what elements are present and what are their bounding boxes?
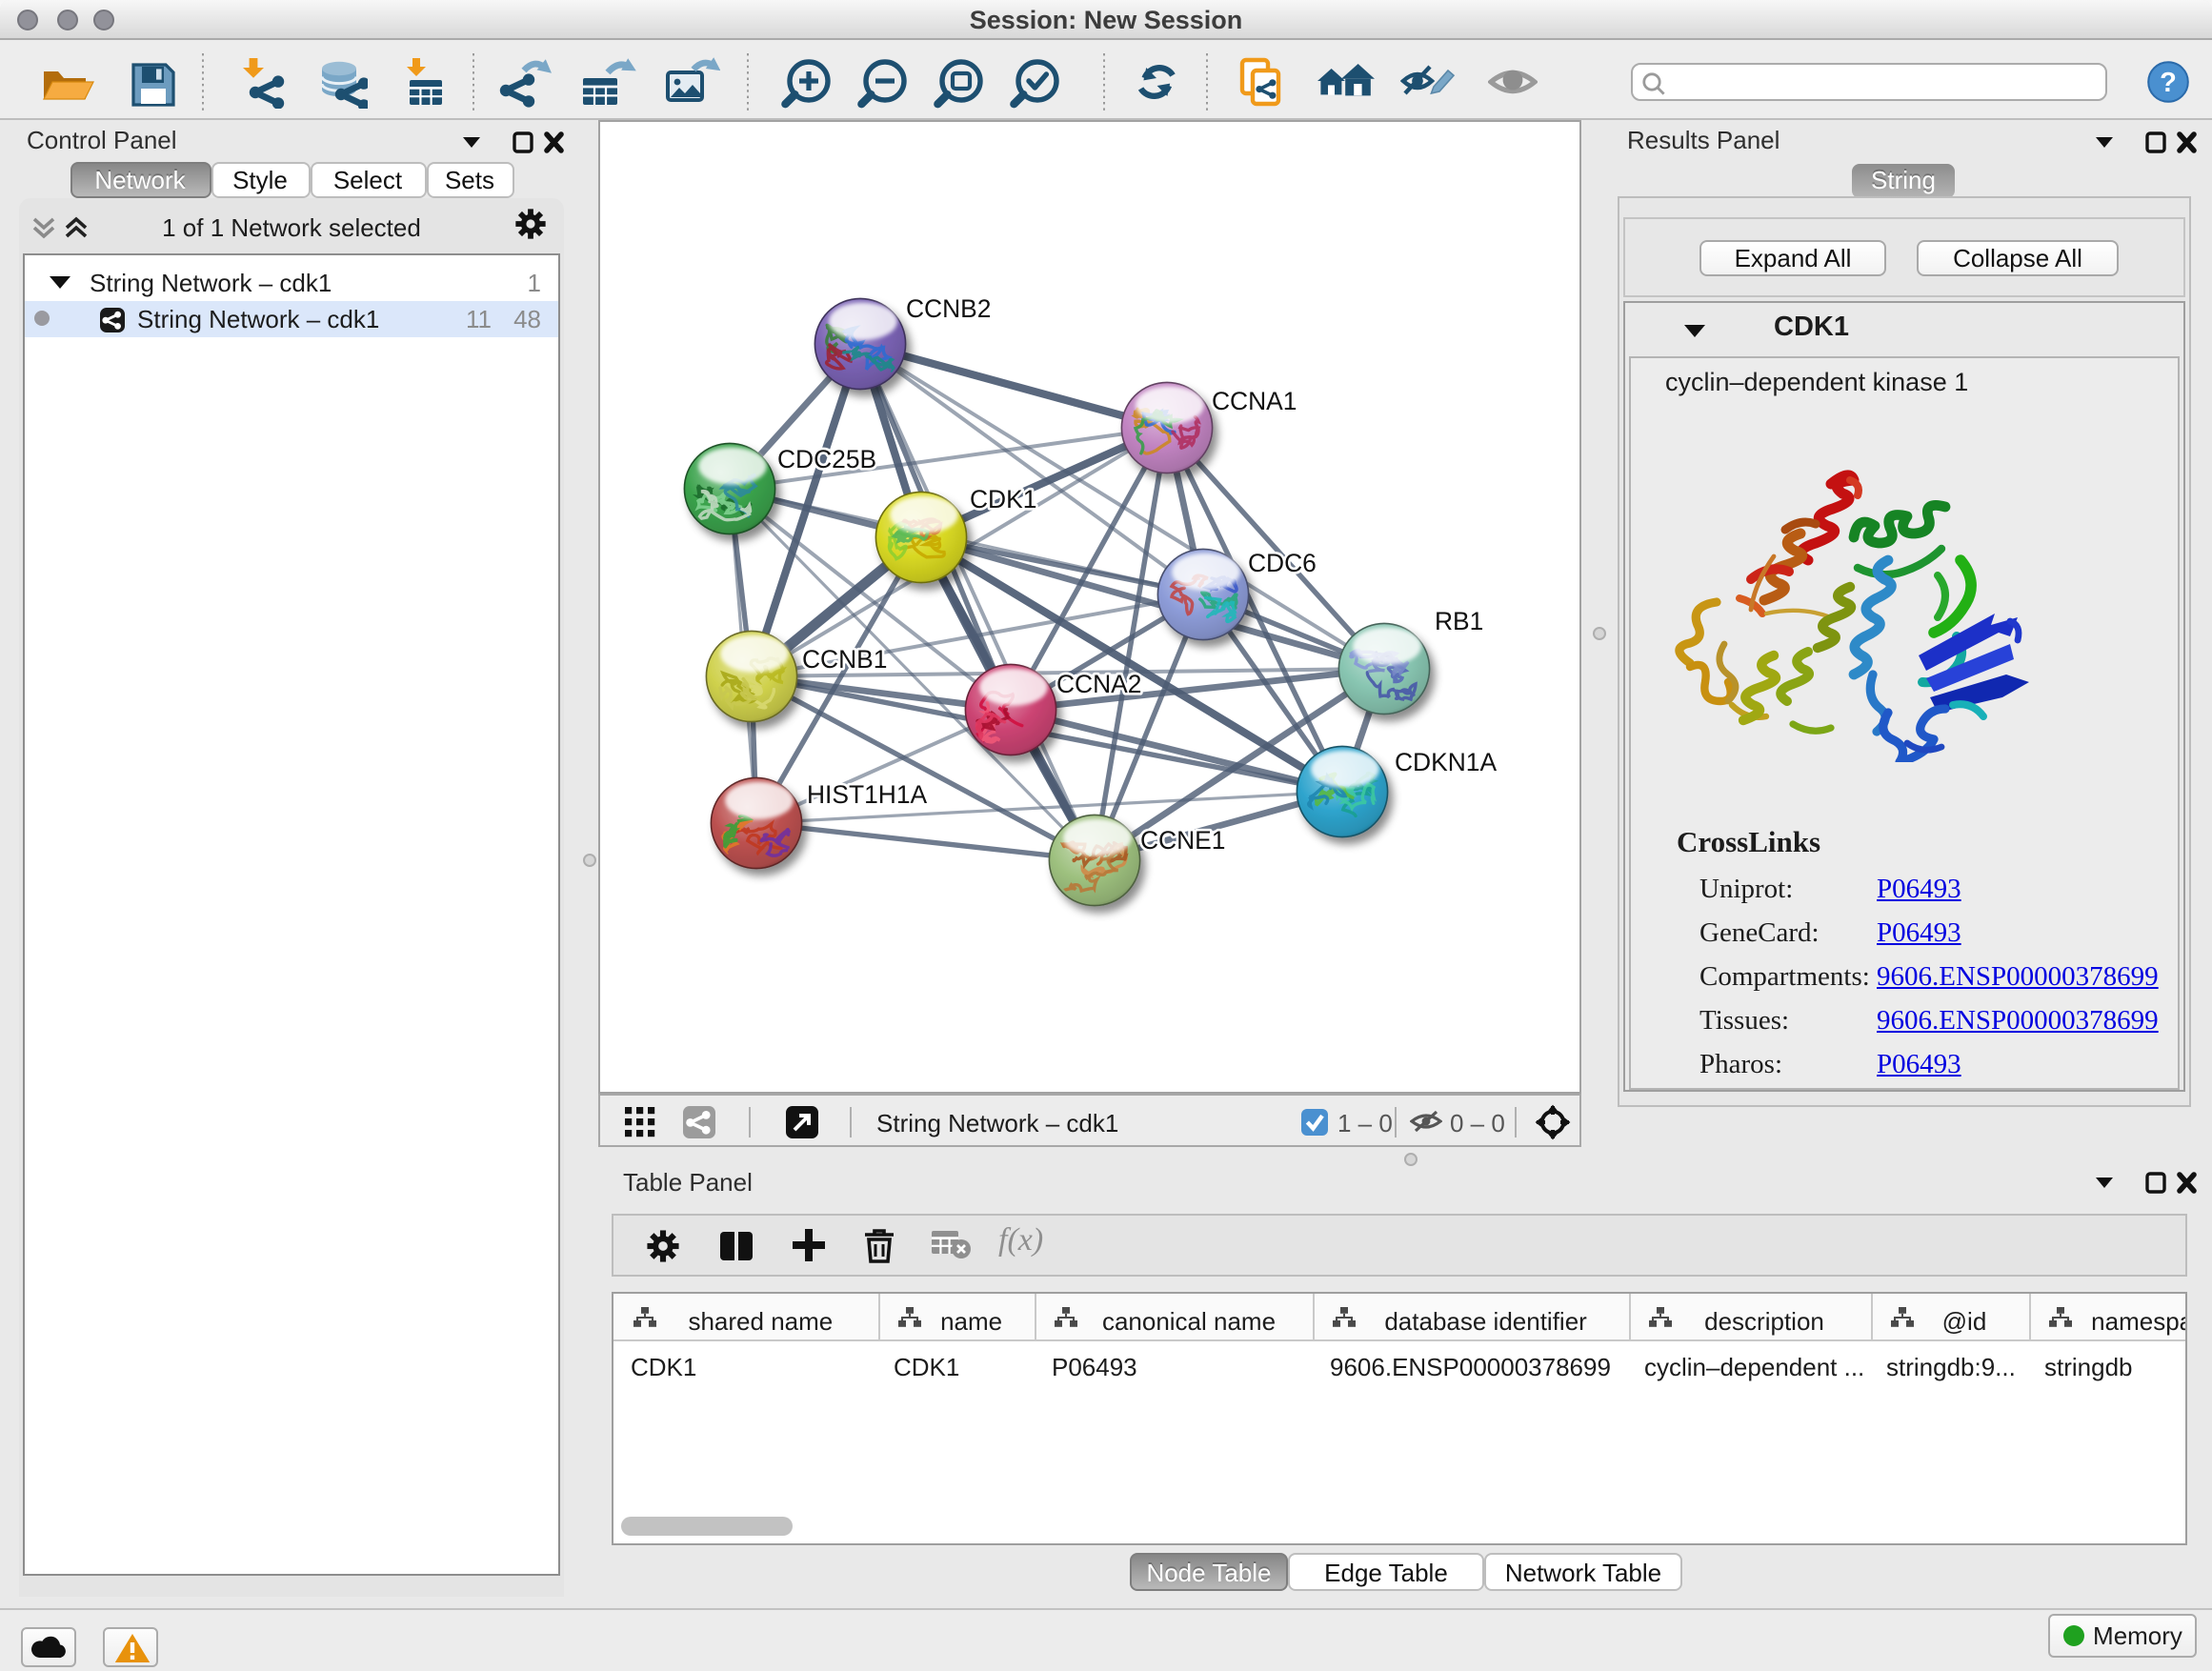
svg-text:?: ? [2160, 68, 2177, 98]
svg-text:CDC25B: CDC25B [777, 445, 876, 473]
svg-text:CCNB2: CCNB2 [906, 294, 991, 323]
svg-text:HIST1H1A: HIST1H1A [807, 780, 928, 809]
svg-text:CCNA1: CCNA1 [1212, 387, 1297, 415]
svg-text:RB1: RB1 [1435, 607, 1483, 635]
svg-text:CDC6: CDC6 [1248, 549, 1317, 577]
svg-text:CDK1: CDK1 [970, 485, 1036, 513]
svg-text:CCNA2: CCNA2 [1056, 670, 1141, 698]
svg-text:CCNB1: CCNB1 [802, 645, 887, 674]
svg-text:CCNE1: CCNE1 [1140, 826, 1225, 855]
svg-text:CDKN1A: CDKN1A [1395, 748, 1497, 776]
